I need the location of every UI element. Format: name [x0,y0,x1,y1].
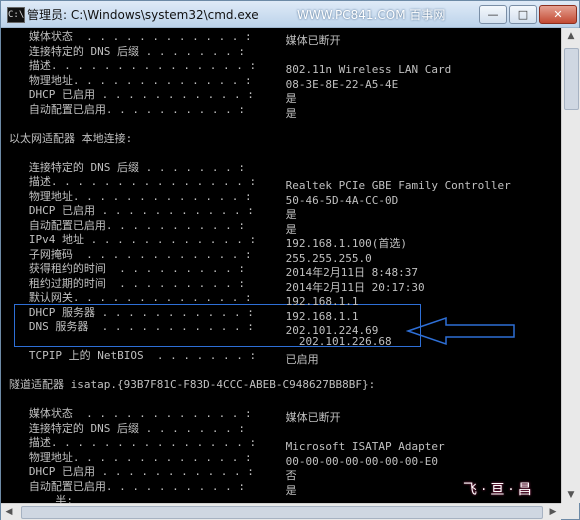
console-line-key: 以太网适配器 本地连接: [9,131,133,145]
arrow-left-icon [406,316,515,346]
console-line-key: DHCP 服务器 . . . . . . . . . . . : [9,305,254,319]
console-line-key: 物理地址. . . . . . . . . . . . . : [9,73,252,87]
console-line-key: 半: [9,494,73,503]
console-line: DHCP 已启用 . . . . . . . . . . . : 否 [9,465,297,482]
console-line: 描述. . . . . . . . . . . . . . . : Micros… [9,436,445,453]
console-line: 物理地址. . . . . . . . . . . . . : 08-3E-8E… [9,73,398,91]
console-line: 媒体状态 . . . . . . . . . . . . : 媒体已断开 [9,407,341,424]
console-line: 自动配置已启用. . . . . . . . . . : 是 [9,102,297,120]
console-line: 描述. . . . . . . . . . . . . . . : 802.11… [9,59,451,76]
scroll-up-icon[interactable]: ▲ [563,28,579,44]
console-line-key: 描述. . . . . . . . . . . . . . . : [9,175,257,188]
site-watermark: WWW.PC841.COM 百事网 [297,8,446,22]
console-line: 子网掩码 . . . . . . . . . . . . : 255.255.2… [9,247,372,265]
console-line-key: 物理地址. . . . . . . . . . . . . : [9,189,252,203]
console-line-key: DHCP 已启用 . . . . . . . . . . . : [9,204,254,217]
console-line-key: 描述. . . . . . . . . . . . . . . : [9,59,257,72]
console-line: 连接特定的 DNS 后缀 . . . . . . . : [9,161,279,175]
console-line: IPv4 地址 . . . . . . . . . . . . : 192.16… [9,233,407,250]
scroll-right-icon[interactable]: ▶ [545,504,561,520]
console-line: 媒体状态 . . . . . . . . . . . . : 媒体已断开 [9,30,341,47]
console-line: 连接特定的 DNS 后缀 . . . . . . . : [9,45,279,59]
console-line: DHCP 服务器 . . . . . . . . . . . : 192.168… [9,305,359,323]
console-line: 202.101.226.68 [9,335,392,349]
console-line: 以太网适配器 本地连接: [9,132,132,146]
console-line-key: 连接特定的 DNS 后缀 . . . . . . . : [9,44,245,58]
console-line-key: DNS 服务器 . . . . . . . . . . . : [9,320,254,333]
console-line: 物理地址. . . . . . . . . . . . . : 50-46-5D… [9,189,398,207]
scroll-down-icon[interactable]: ▼ [563,487,579,503]
console-line-key: 子网掩码 . . . . . . . . . . . . : [9,247,252,261]
console-line: DHCP 已启用 . . . . . . . . . . . : 是 [9,204,297,221]
console-line-key: 媒体状态 . . . . . . . . . . . . : [9,30,252,43]
window-title: 管理员: C:\Windows\system32\cmd.exe [27,8,259,22]
console-line-key: 媒体状态 . . . . . . . . . . . . : [9,407,252,420]
console-line-value: 已启用 [279,353,319,366]
console-line-key: 隧道适配器 isatap.{93B7F81C-F83D-4CCC-ABEB-C9… [9,378,376,391]
console-line-value: 是 [279,106,297,120]
console-line-value: 50-46-5D-4A-CC-0D [279,193,399,207]
console-line: 获得租约的时间 . . . . . . . . . : 2014年2月11日 8… [9,262,418,279]
console-line-key: 自动配置已启用. . . . . . . . . . : [9,102,245,116]
console-line-key: 租约过期的时间 . . . . . . . . . : [9,276,245,290]
minimize-button[interactable]: — [479,5,507,24]
console-line-key: DHCP 已启用 . . . . . . . . . . . : [9,465,254,478]
console-line-key: 连接特定的 DNS 后缀 . . . . . . . : [9,421,245,435]
console-line-key: 默认网关. . . . . . . . . . . . . : [9,291,252,304]
console-line-key: 获得租约的时间 . . . . . . . . . : [9,262,245,275]
console-line-key: 连接特定的 DNS 后缀 . . . . . . . : [9,160,245,174]
cmd-icon[interactable]: C:\ [7,7,25,23]
cmd-window: C:\ 管理员: C:\Windows\system32\cmd.exe WWW… [0,0,580,520]
console-line-value: 202.101.226.68 [279,334,392,348]
brand-watermark: 飞 · 亘 · 昌 [463,482,532,498]
console-line: TCPIP 上的 NetBIOS . . . . . . . : 已启用 [9,349,319,366]
console-line-key: 自动配置已启用. . . . . . . . . . : [9,479,245,493]
console-line-key: TCPIP 上的 NetBIOS . . . . . . . : [9,349,257,362]
console-line: 描述. . . . . . . . . . . . . . . : Realte… [9,175,511,192]
horizontal-scroll-thumb[interactable] [21,506,543,519]
console-line: 半: [9,494,279,503]
console-line-value: 媒体已断开 [279,34,341,47]
console-line-value: 08-3E-8E-22-A5-4E [279,77,399,91]
console-line: 默认网关. . . . . . . . . . . . . : 192.168.… [9,291,359,308]
console-line: 自动配置已启用. . . . . . . . . . : 是 [9,218,297,236]
close-button[interactable]: ✕ [539,5,577,24]
vertical-scrollbar[interactable]: ▲ ▼ [561,28,580,503]
console-line-key: 自动配置已启用. . . . . . . . . . : [9,218,245,232]
console-line: DNS 服务器 . . . . . . . . . . . : 202.101.… [9,320,378,337]
scroll-left-icon[interactable]: ◀ [1,504,17,520]
horizontal-scrollbar[interactable]: ◀ ▶ [1,503,561,520]
console-line: 隧道适配器 isatap.{93B7F81C-F83D-4CCC-ABEB-C9… [9,378,375,392]
console-line-value: 是 [279,483,297,497]
console-line: 自动配置已启用. . . . . . . . . . : 是 [9,479,297,497]
maximize-button[interactable]: □ [509,5,537,24]
console-line-value: 00-00-00-00-00-00-00-E0 [279,454,438,468]
console-line: 租约过期的时间 . . . . . . . . . : 2014年2月11日 2… [9,276,425,294]
console-line-key: DHCP 已启用 . . . . . . . . . . . : [9,88,254,101]
scrollbar-corner [561,503,579,519]
console-line: 连接特定的 DNS 后缀 . . . . . . . : [9,422,279,436]
console-line-value: 媒体已断开 [279,411,341,424]
console-line-key: 物理地址. . . . . . . . . . . . . : [9,450,252,464]
console-line-key: IPv4 地址 . . . . . . . . . . . . : [9,233,257,246]
console-line-key: 描述. . . . . . . . . . . . . . . : [9,436,257,449]
vertical-scroll-thumb[interactable] [564,48,579,110]
console-output[interactable]: 媒体状态 . . . . . . . . . . . . : 媒体已断开 连接特… [1,28,561,503]
console-line: DHCP 已启用 . . . . . . . . . . . : 是 [9,88,297,105]
console-line: 物理地址. . . . . . . . . . . . . : 00-00-00… [9,450,438,468]
title-bar[interactable]: C:\ 管理员: C:\Windows\system32\cmd.exe WWW… [1,1,579,28]
